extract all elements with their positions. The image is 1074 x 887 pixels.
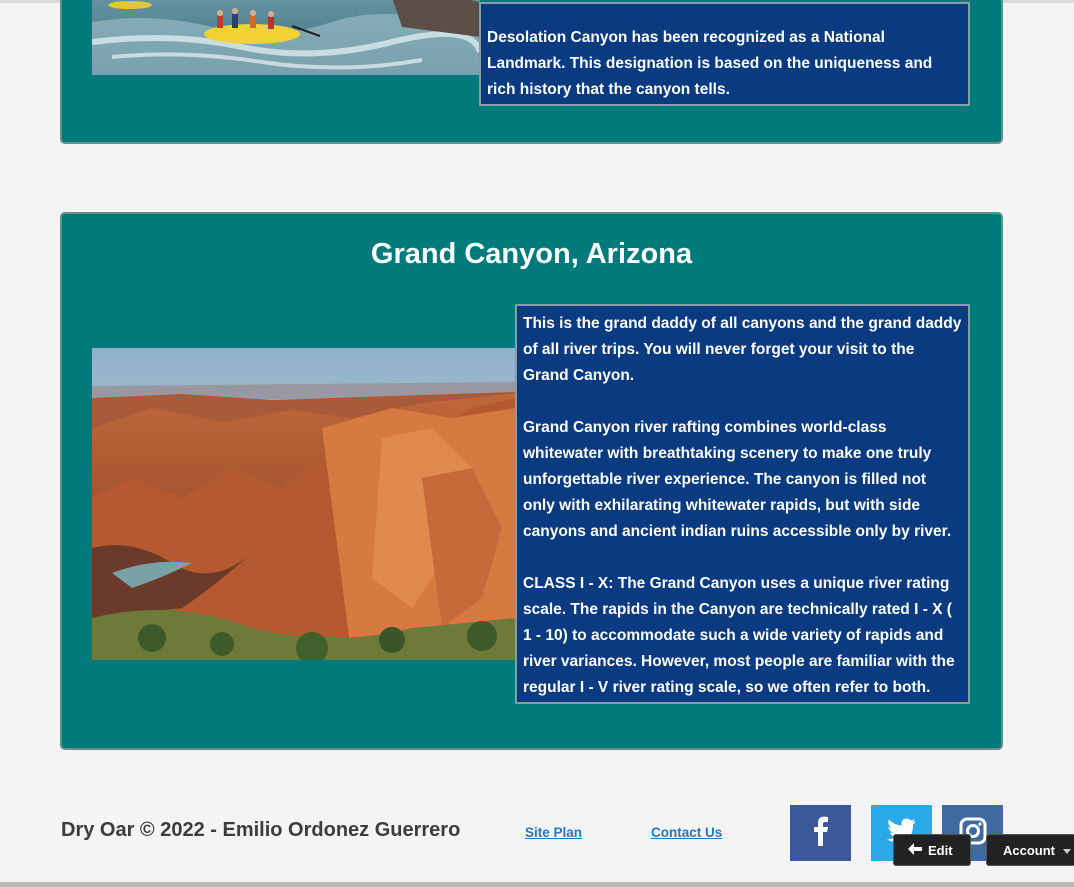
bottom-divider — [0, 882, 1074, 887]
facebook-icon — [813, 816, 829, 851]
description-paragraph-2: Grand Canyon river rafting combines worl… — [523, 419, 952, 540]
edit-label: Edit — [928, 842, 953, 858]
site-plan-link[interactable]: Site Plan — [525, 825, 582, 840]
account-label: Account — [1003, 842, 1055, 858]
facebook-button[interactable] — [790, 805, 851, 861]
desolation-description: Desolation Canyon has been recognized as… — [479, 2, 970, 106]
caret-down-icon — [1063, 843, 1071, 858]
rafting-photo — [92, 0, 480, 75]
grand-canyon-photo — [92, 348, 516, 660]
section-title: Grand Canyon, Arizona — [370, 238, 693, 270]
account-menu-button[interactable]: Account — [986, 834, 1074, 866]
grand-canyon-description: This is the grand daddy of all canyons a… — [515, 304, 970, 704]
description-paragraph-1: This is the grand daddy of all canyons a… — [523, 315, 962, 384]
desolation-paragraph: Desolation Canyon has been recognized as… — [487, 29, 933, 98]
edit-button[interactable]: Edit — [893, 834, 971, 866]
description-paragraph-3: CLASS I - X: The Grand Canyon uses a uni… — [523, 575, 955, 696]
section-desolation-canyon: Desolation Canyon has been recognized as… — [60, 0, 1003, 144]
arrow-left-icon — [908, 842, 922, 858]
section-grand-canyon: Grand Canyon, Arizona This is the grand … — [60, 212, 1003, 750]
contact-us-link[interactable]: Contact Us — [651, 825, 722, 840]
footer-copyright: Dry Oar © 2022 - Emilio Ordonez Guerrero — [61, 819, 461, 841]
